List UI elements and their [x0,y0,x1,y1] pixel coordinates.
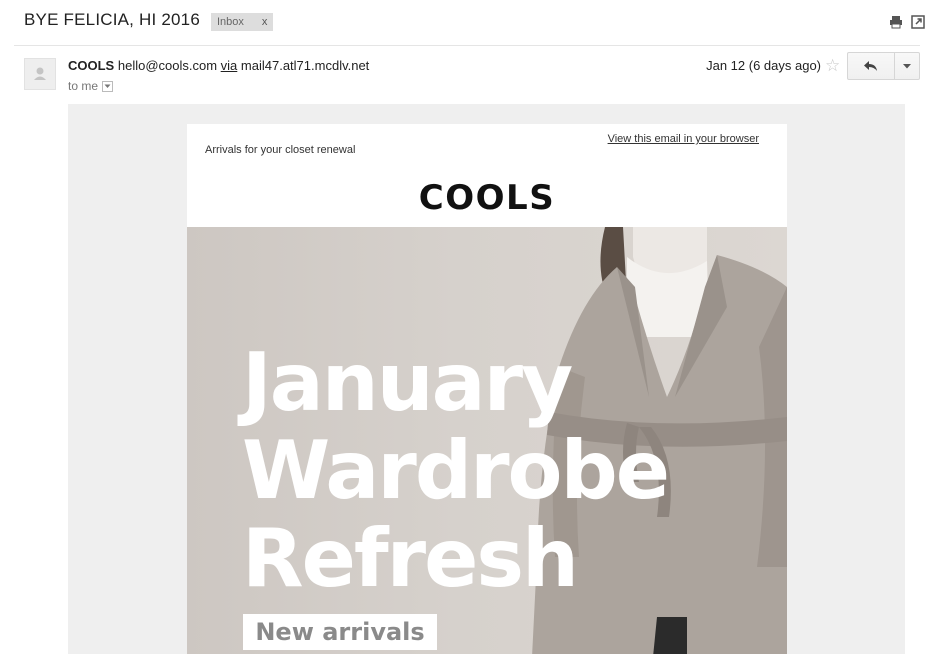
reply-icon [864,61,877,71]
via-link[interactable]: via [221,58,238,73]
recipient-line: to me [68,79,114,93]
recipient-text: to me [68,79,99,93]
hero-headline: January Wardrobe Refresh [242,336,670,605]
remove-label-button[interactable]: x [262,16,268,28]
reply-button-group [847,52,920,80]
chevron-down-icon [104,84,111,88]
view-in-browser-link[interactable]: View this email in your browser [608,133,759,145]
newsletter-card: Arrivals for your closet renewal View th… [187,124,787,654]
header-divider [14,45,920,46]
message-body: Arrivals for your closet renewal View th… [68,104,905,654]
sender-line: COOLS hello@cools.com via mail47.atl71.m… [68,58,369,73]
preheader-text: Arrivals for your closet renewal [205,144,356,156]
new-arrivals-button[interactable]: New arrivals [243,614,437,650]
brand-logo[interactable]: COOLS [187,178,787,218]
reply-button[interactable] [847,52,895,80]
person-icon [34,67,46,80]
star-icon[interactable]: ☆ [825,56,840,76]
thread-subject: BYE FELICIA, HI 2016 [24,10,200,29]
hero-banner[interactable]: January Wardrobe Refresh New arrivals [187,227,787,654]
sender-avatar[interactable] [24,58,56,90]
inbox-label-chip[interactable]: Inbox x [211,13,274,31]
via-domain: mail47.atl71.mcdlv.net [240,58,370,73]
thread-actions [889,15,925,34]
subject-bar: BYE FELICIA, HI 2016 Inbox x [0,0,949,46]
headline-line-2: Wardrobe [242,424,670,517]
popout-icon[interactable] [911,15,925,34]
chevron-down-icon [903,63,911,68]
label-text: Inbox [217,16,244,28]
sender-email: hello@cools.com [117,58,218,73]
sender-name[interactable]: COOLS [68,58,114,73]
more-actions-button[interactable] [895,52,920,80]
message-date: Jan 12 (6 days ago) [706,58,821,73]
headline-line-3: Refresh [242,512,579,605]
print-icon[interactable] [889,15,903,34]
show-details-button[interactable] [102,80,114,92]
headline-line-1: January [242,336,573,429]
